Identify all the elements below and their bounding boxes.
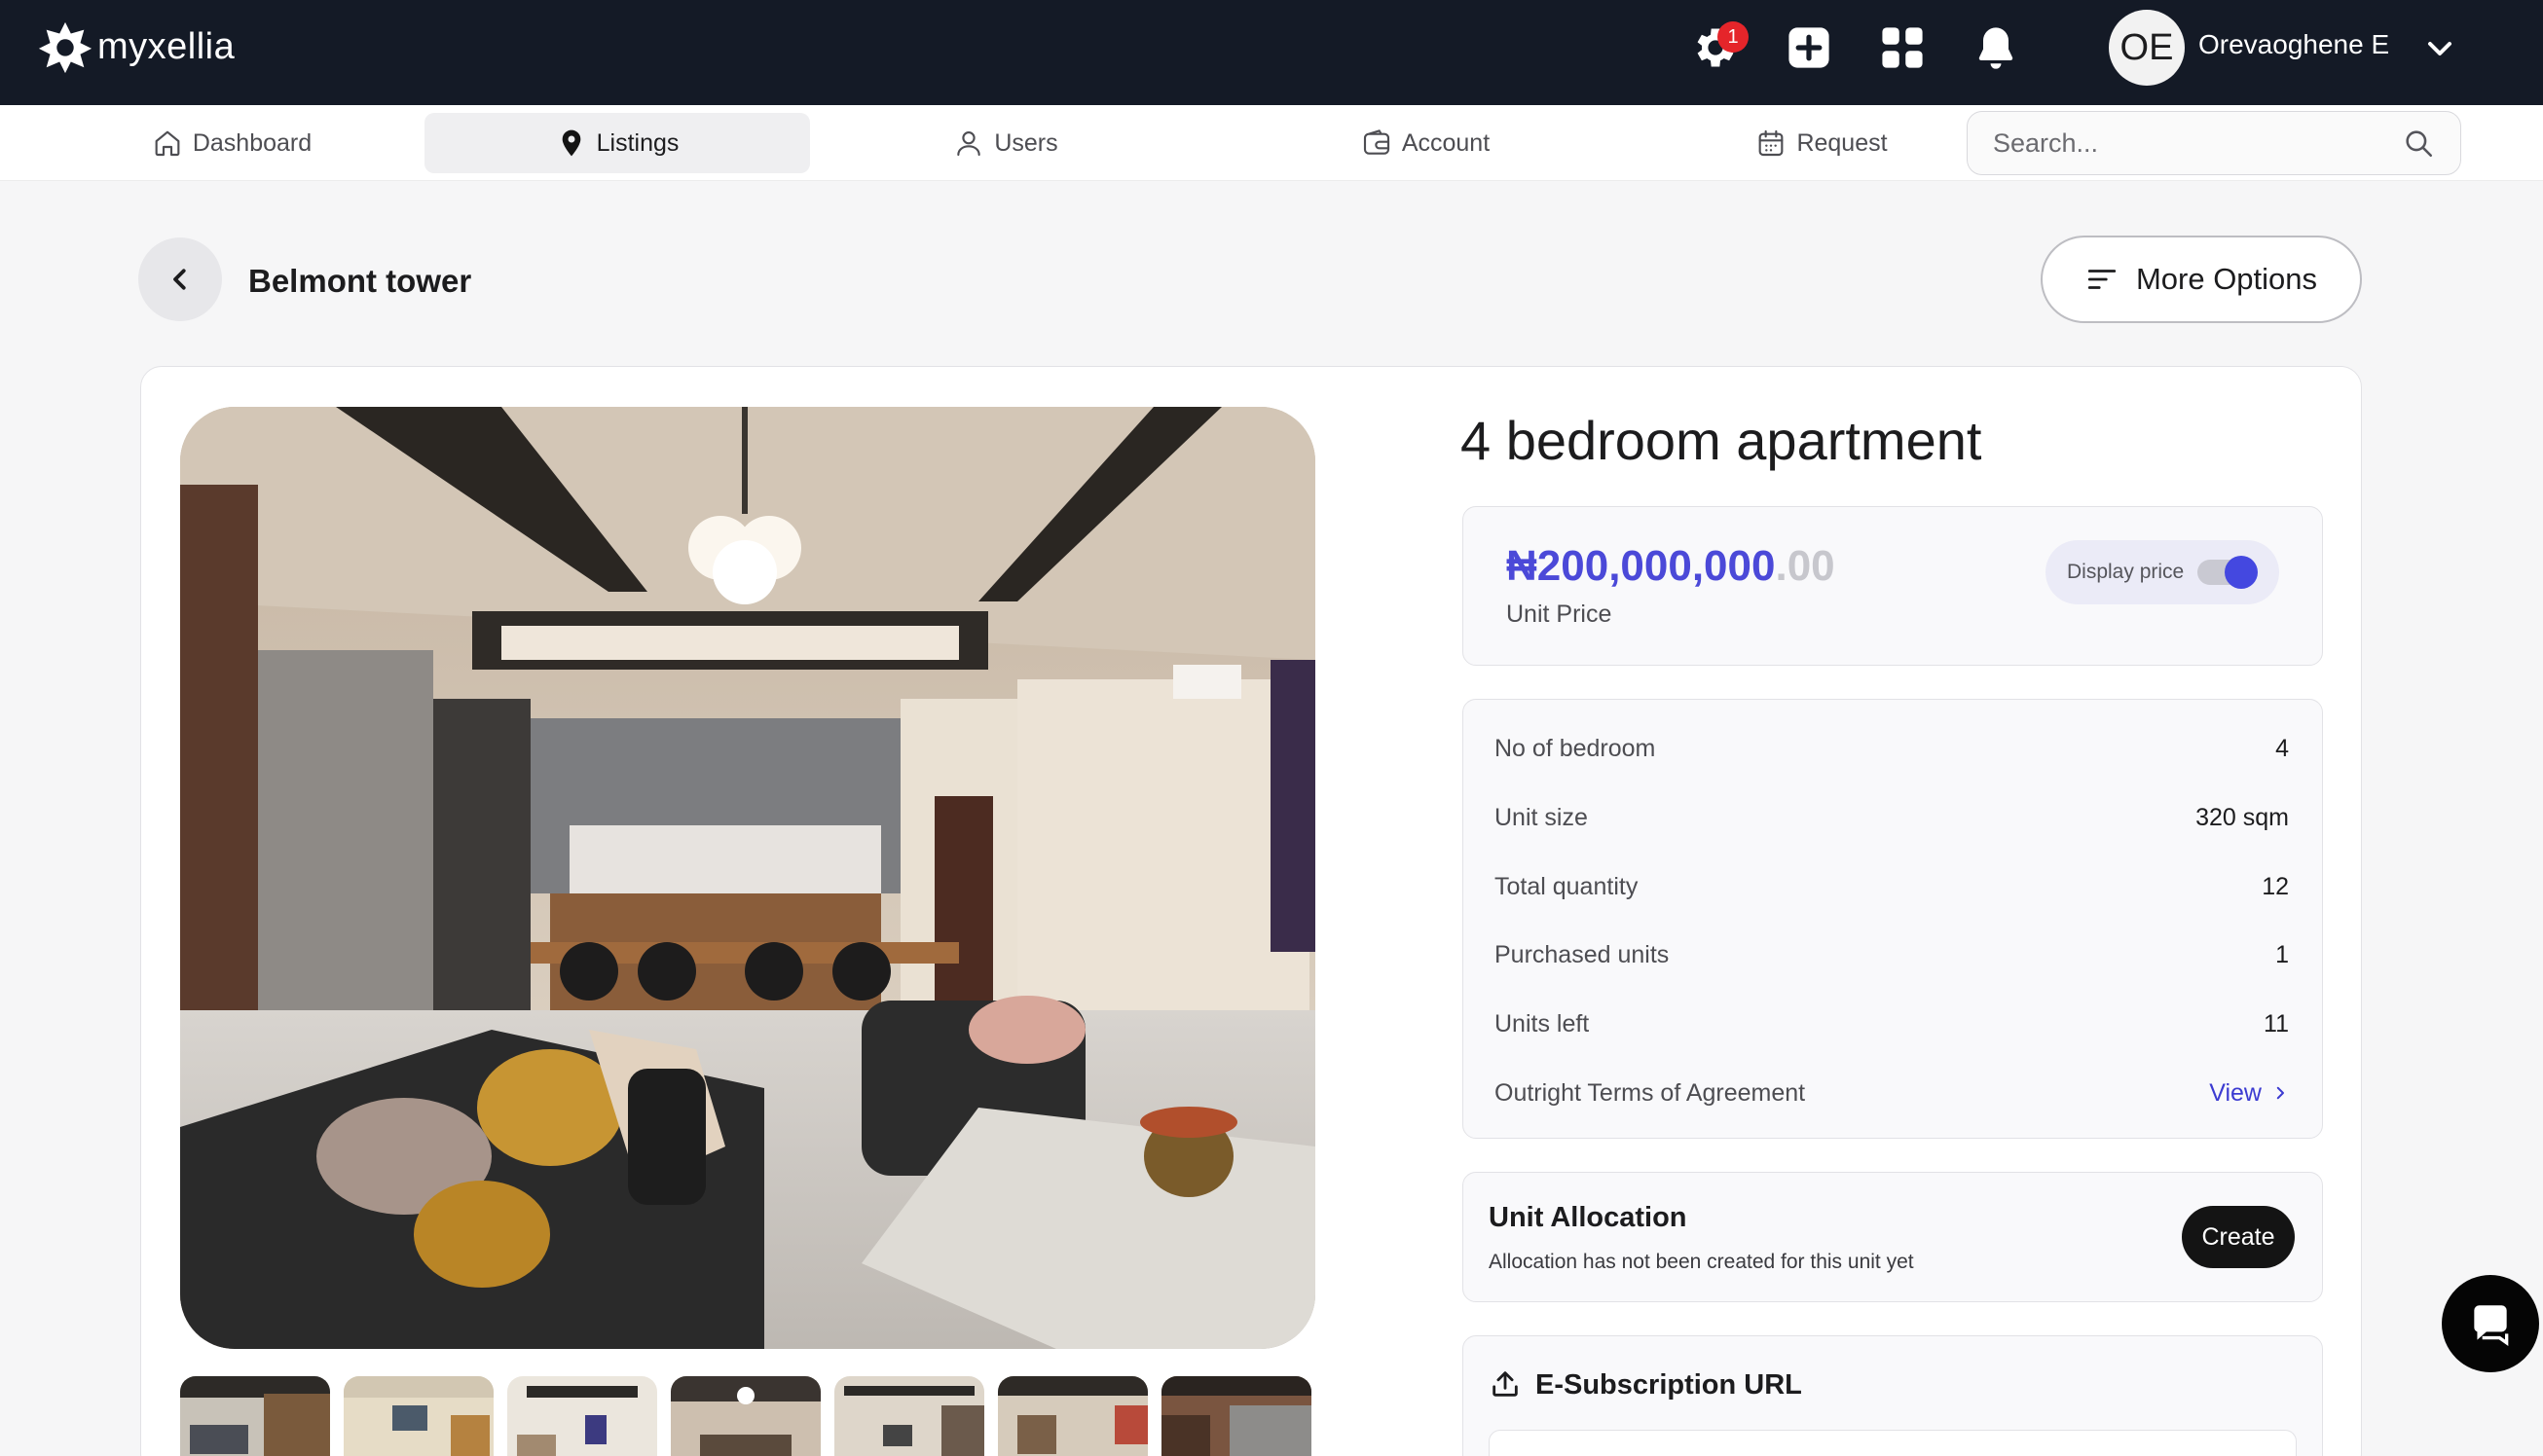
top-bar: myxellia 1 OE Orevaoghene E — [0, 0, 2543, 105]
search-input[interactable] — [1993, 127, 2402, 159]
price-decimal: .00 — [1775, 542, 1835, 590]
nav-label-account: Account — [1401, 128, 1491, 157]
logo-icon — [38, 21, 92, 74]
e-subscription-title: E-Subscription URL — [1535, 1369, 1802, 1401]
nav-bar: Dashboard Listings Users Account Request — [0, 105, 2543, 181]
create-allocation-button[interactable]: Create — [2182, 1206, 2295, 1268]
search-icon[interactable] — [2402, 127, 2435, 160]
price-panel: ₦200,000,000.00 Unit Price Display price — [1462, 506, 2323, 666]
allocation-subtitle: Allocation has not been created for this… — [1489, 1251, 1914, 1273]
plus-square-icon — [1788, 27, 1829, 68]
thumbnail-photo — [1161, 1376, 1311, 1456]
detail-value: 1 — [2275, 940, 2289, 968]
terms-label: Outright Terms of Agreement — [1494, 1078, 1806, 1107]
nav-item-users[interactable]: Users — [903, 113, 1108, 173]
thumbnail-strip — [180, 1376, 1311, 1456]
thumbnail[interactable] — [507, 1376, 657, 1456]
unit-price-label: Unit Price — [1506, 601, 1612, 628]
detail-label: Unit size — [1494, 803, 1588, 831]
nav-item-listings[interactable]: Listings — [424, 113, 810, 173]
upload-icon — [1493, 1371, 1518, 1397]
more-options-button[interactable]: More Options — [2041, 236, 2362, 323]
thumbnail-photo — [671, 1376, 821, 1456]
thumbnail[interactable] — [1161, 1376, 1311, 1456]
unit-allocation-panel: Unit Allocation Allocation has not been … — [1462, 1172, 2323, 1302]
user-name[interactable]: Orevaoghene E — [2198, 29, 2389, 60]
e-subscription-url-field[interactable] — [1489, 1430, 2297, 1456]
settings-button[interactable]: 1 — [1684, 19, 1749, 76]
thumbnail[interactable] — [344, 1376, 494, 1456]
unit-title: 4 bedroom apartment — [1460, 410, 1982, 471]
thumbnail-photo — [180, 1376, 330, 1456]
e-subscription-panel: E-Subscription URL — [1462, 1335, 2323, 1456]
terms-view-link[interactable]: View — [2209, 1079, 2289, 1108]
brand-logo[interactable]: myxellia — [37, 18, 235, 76]
chevron-left-icon — [173, 269, 186, 290]
nav-label-request: Request — [1796, 128, 1888, 157]
nav-item-dashboard[interactable]: Dashboard — [117, 113, 347, 173]
detail-label: Total quantity — [1494, 872, 1639, 900]
nav-item-account[interactable]: Account — [1295, 113, 1556, 173]
chat-button[interactable] — [2442, 1275, 2539, 1372]
bell-icon — [1978, 27, 2013, 69]
apartment-photo — [180, 407, 1315, 1349]
detail-label: Units left — [1494, 1009, 1590, 1037]
chat-bubble-icon — [2474, 1305, 2509, 1347]
thumbnail-photo — [344, 1376, 494, 1456]
unit-price: ₦200,000,000.00 — [1506, 542, 1835, 591]
thumbnail[interactable] — [998, 1376, 1148, 1456]
map-pin-icon — [562, 129, 580, 157]
detail-row: Unit size 320 sqm — [1494, 798, 2289, 837]
user-icon — [957, 131, 981, 157]
display-price-toggle[interactable] — [2197, 556, 2259, 589]
back-button[interactable] — [138, 237, 222, 321]
settings-badge: 1 — [1717, 21, 1749, 53]
display-price-label: Display price — [2067, 561, 2185, 583]
thumbnail[interactable] — [671, 1376, 821, 1456]
display-price-control: Display price — [2045, 540, 2279, 604]
detail-row: Total quantity 12 — [1494, 867, 2289, 906]
detail-row: Purchased units 1 — [1494, 935, 2289, 974]
wallet-icon — [1363, 129, 1389, 155]
nav-item-request[interactable]: Request — [1694, 113, 1949, 173]
calendar-icon — [1759, 129, 1784, 157]
nav-label-dashboard: Dashboard — [192, 128, 313, 157]
detail-row: Units left 11 — [1494, 1004, 2289, 1043]
listing-main-image[interactable] — [180, 407, 1315, 1349]
thumbnail[interactable] — [834, 1376, 984, 1456]
thumbnail-photo — [998, 1376, 1148, 1456]
menu-lines-icon — [2087, 270, 2117, 289]
terms-row: Outright Terms of Agreement View — [1494, 1074, 2289, 1112]
nav-label-users: Users — [994, 128, 1058, 157]
search-box — [1967, 111, 2461, 175]
thumbnail-photo — [507, 1376, 657, 1456]
detail-row: No of bedroom 4 — [1494, 729, 2289, 768]
apps-button[interactable] — [1871, 19, 1934, 76]
detail-label: Purchased units — [1494, 940, 1670, 968]
chevron-down-icon[interactable] — [2420, 29, 2459, 68]
nav-label-listings: Listings — [596, 128, 680, 157]
toggle-knob — [2225, 556, 2259, 589]
detail-value: 4 — [2275, 734, 2289, 762]
price-main: ₦200,000,000 — [1506, 542, 1776, 590]
thumbnail-photo — [834, 1376, 984, 1456]
detail-value: 12 — [2262, 872, 2289, 900]
brand-name: myxellia — [97, 25, 236, 67]
notifications-button[interactable] — [1965, 19, 2027, 76]
avatar[interactable]: OE — [2109, 10, 2185, 86]
detail-label: No of bedroom — [1494, 734, 1656, 762]
thumbnail[interactable] — [180, 1376, 330, 1456]
more-options-label: More Options — [2135, 262, 2318, 296]
apps-grid-icon — [1882, 27, 1923, 68]
detail-value: 11 — [2264, 1009, 2289, 1037]
detail-value: 320 sqm — [2195, 803, 2289, 831]
view-link-label: View — [2209, 1078, 2262, 1107]
page-title: Belmont tower — [248, 263, 472, 299]
allocation-title: Unit Allocation — [1489, 1202, 1687, 1233]
home-icon — [155, 130, 180, 157]
add-button[interactable] — [1778, 19, 1840, 76]
chevron-right-icon — [2276, 1086, 2284, 1100]
unit-details-panel: No of bedroom 4 Unit size 320 sqm Total qu… — [1462, 699, 2323, 1139]
